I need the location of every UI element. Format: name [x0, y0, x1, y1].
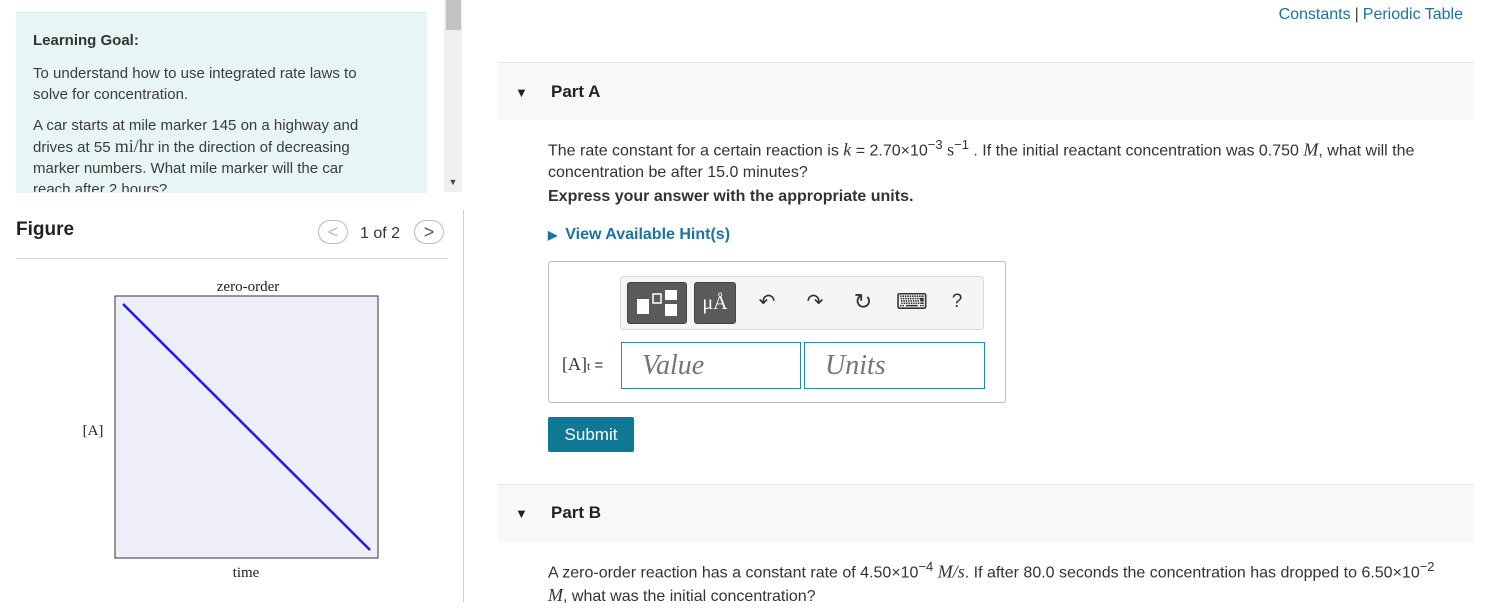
- figure-next-button[interactable]: >: [414, 220, 444, 244]
- part-a-title: Part A: [551, 82, 601, 101]
- question-line: M, what was the initial concentration?: [548, 584, 1458, 608]
- expand-arrow-icon: ▶: [548, 228, 558, 242]
- y-axis-label: [A]: [83, 423, 104, 439]
- exponent: −1: [954, 137, 969, 152]
- problem-text-part: in the direction of decreasing: [153, 139, 350, 156]
- constants-link[interactable]: Constants: [1279, 6, 1351, 23]
- part-a-header[interactable]: [498, 62, 1474, 120]
- divider: [16, 258, 448, 259]
- help-icon[interactable]: ?: [947, 291, 967, 313]
- periodic-table-link[interactable]: Periodic Table: [1363, 6, 1463, 23]
- units-button[interactable]: μÅ: [694, 282, 736, 324]
- unit-seconds: s: [942, 139, 955, 160]
- answer-label: [A]t =: [562, 354, 603, 375]
- figure-title: Figure: [16, 219, 75, 240]
- problem-line: drives at 55 mi/hr in the direction of d…: [33, 136, 408, 158]
- question-text: , what was the initial concentration?: [563, 588, 816, 606]
- scrollbar-thumb[interactable]: [446, 0, 461, 30]
- question-text: . If after 80.0 seconds the concentratio…: [964, 564, 1420, 582]
- molarity-unit: M: [548, 585, 563, 606]
- learning-goal-text: To understand how to use integrated rate…: [33, 63, 408, 105]
- part-b-header[interactable]: [498, 484, 1474, 542]
- question-text: = 2.70×10: [851, 142, 928, 160]
- hint-label: View Available Hint(s): [565, 226, 731, 243]
- part-b-question: A zero-order reaction has a constant rat…: [548, 556, 1458, 608]
- question-text: A zero-order reaction has a constant rat…: [548, 564, 919, 582]
- top-links: Constants | Periodic Table: [1279, 6, 1463, 24]
- redo-icon[interactable]: ↷: [803, 289, 827, 314]
- part-b-collapse-icon[interactable]: ▼: [515, 506, 528, 521]
- equals-sign: =: [590, 357, 604, 374]
- problem-text: A car starts at mile marker 145 on a hig…: [33, 115, 408, 192]
- part-a-question: The rate constant for a certain reaction…: [548, 134, 1458, 184]
- learning-goal-title: Learning Goal:: [33, 32, 139, 49]
- submit-button[interactable]: Submit: [548, 417, 634, 452]
- problem-line: marker numbers. What mile marker will th…: [33, 160, 344, 177]
- part-b-title: Part B: [551, 503, 602, 522]
- goal-line: solve for concentration.: [33, 86, 189, 103]
- reset-icon[interactable]: ↻: [851, 289, 875, 315]
- question-text: . If the initial reactant concentration …: [968, 142, 1304, 160]
- question-line: A zero-order reaction has a constant rat…: [548, 556, 1458, 584]
- question-text: , what will the: [1318, 142, 1415, 160]
- problem-line: A car starts at mile marker 145 on a hig…: [33, 117, 359, 134]
- goal-line: To understand how to use integrated rate…: [33, 65, 357, 82]
- concentration-symbol: [A]: [562, 354, 587, 374]
- scroll-down-arrow-icon[interactable]: ▼: [446, 175, 460, 189]
- problem-line: reach after 2 hours?: [33, 181, 168, 192]
- part-a-collapse-icon[interactable]: ▼: [515, 85, 528, 100]
- molarity-unit: M: [1303, 139, 1319, 160]
- column-divider: [463, 210, 464, 602]
- question-text: The rate constant for a certain reaction…: [548, 142, 844, 160]
- chart-title: zero-order: [217, 279, 279, 295]
- keyboard-icon[interactable]: ⌨: [896, 289, 928, 315]
- exponent: −4: [918, 559, 934, 574]
- x-axis-label: time: [233, 565, 260, 581]
- template-icon: [637, 290, 677, 316]
- question-line: The rate constant for a certain reaction…: [548, 134, 1458, 162]
- figure-pager-text: 1 of 2: [360, 225, 401, 242]
- zero-order-chart: zero-order [A] time: [83, 279, 379, 581]
- exponent: −2: [1419, 559, 1435, 574]
- figure-prev-button[interactable]: <: [318, 220, 348, 244]
- undo-icon[interactable]: ↶: [755, 289, 779, 314]
- problem-text-part: drives at 55: [33, 139, 115, 156]
- answer-instructions: Express your answer with the appropriate…: [548, 188, 914, 205]
- exponent: −3: [927, 137, 943, 152]
- units-input[interactable]: [804, 342, 985, 389]
- value-input[interactable]: [621, 342, 801, 389]
- link-separator: |: [1354, 6, 1359, 23]
- templates-button[interactable]: [627, 282, 687, 324]
- rate-unit: M/s: [937, 561, 965, 582]
- speed-unit: mi/hr: [114, 136, 154, 156]
- question-line: concentration be after 15.0 minutes?: [548, 164, 808, 182]
- view-hints-link[interactable]: ▶ View Available Hint(s): [548, 226, 730, 244]
